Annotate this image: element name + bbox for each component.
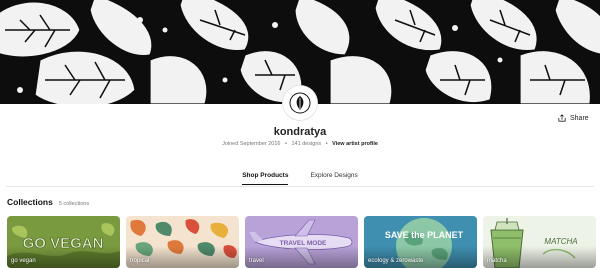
collection-card-go-vegan[interactable]: GO VEGAN go vegan	[7, 216, 120, 268]
card-shade	[7, 246, 120, 268]
collection-card-matcha[interactable]: MATCHA matcha	[483, 216, 596, 268]
collection-label: tropical	[130, 258, 150, 264]
card-shade	[245, 246, 358, 268]
share-button[interactable]: Share	[552, 109, 595, 127]
collection-card-travel[interactable]: TRAVEL MODE travel	[245, 216, 358, 268]
artist-name: kondratya	[273, 126, 327, 138]
card-shade	[364, 246, 477, 268]
separator-dot: •	[325, 141, 328, 147]
ecology-art-text: SAVE the PLANET	[385, 230, 464, 240]
separator-dot: •	[285, 141, 287, 147]
collection-label: matcha	[487, 258, 507, 264]
card-shade	[483, 246, 596, 268]
tabs-divider	[6, 186, 594, 187]
collections-count: 5 collections	[58, 201, 90, 207]
collection-card-tropical[interactable]: tropical	[126, 216, 239, 268]
tab-explore-designs[interactable]: Explore Designs	[310, 172, 357, 185]
view-artist-profile-link[interactable]: View artist profile	[332, 141, 378, 147]
collections-list: GO VEGAN go vegan tropical TRAVEL MODE t…	[7, 216, 596, 268]
collection-label: travel	[249, 258, 264, 264]
collections-header: Collections 5 collections	[7, 197, 89, 207]
profile-tabs: Shop Products Explore Designs	[0, 172, 600, 185]
designs-count: 141 designs	[291, 141, 322, 147]
artist-avatar[interactable]	[283, 86, 317, 120]
matcha-art-text: MATCHA	[544, 237, 577, 246]
share-label: Share	[570, 114, 589, 122]
card-shade	[126, 246, 239, 268]
collection-label: go vegan	[11, 258, 36, 264]
joined-date: Joined September 2016	[222, 141, 281, 147]
tab-shop-products[interactable]: Shop Products	[242, 172, 289, 185]
collections-title: Collections	[7, 197, 53, 207]
collection-card-ecology-zerowaste[interactable]: SAVE the PLANET ecology & zerowaste	[364, 216, 477, 268]
artist-meta: Joined September 2016 • 141 designs • Vi…	[0, 141, 600, 147]
share-icon	[558, 114, 566, 122]
leaf-logo-icon	[289, 92, 311, 114]
collection-label: ecology & zerowaste	[368, 258, 424, 264]
